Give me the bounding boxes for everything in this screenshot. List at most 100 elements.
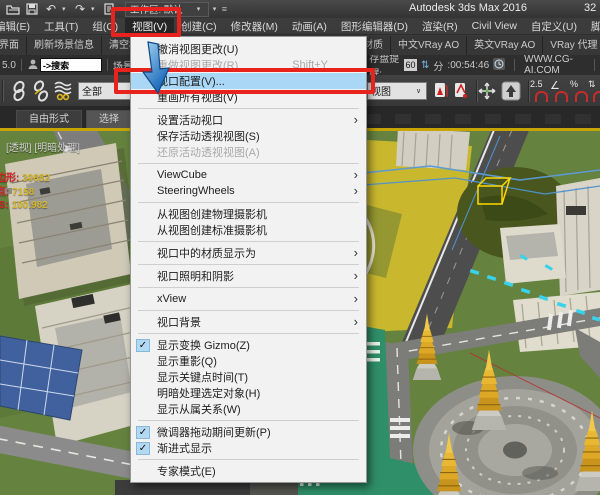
project-folder-icon[interactable] bbox=[101, 2, 117, 16]
view-menu-item-26[interactable]: 显示关键点时间(T) bbox=[131, 369, 366, 385]
menubar-item-6[interactable]: 修改器(M) bbox=[224, 18, 285, 34]
open-file-icon[interactable] bbox=[5, 2, 21, 16]
view-menu-item-14[interactable]: 从视图创建标准摄影机 bbox=[131, 222, 366, 238]
redo-icon[interactable]: ↷ bbox=[72, 2, 88, 16]
workspace-selector[interactable]: 工作区: 默认 ▾ bbox=[125, 1, 209, 17]
align-icon[interactable] bbox=[450, 79, 472, 103]
viewport-label[interactable]: [透视] [明暗处理] bbox=[6, 139, 80, 154]
view-menu-item-3[interactable]: 视口配置(V)... bbox=[114, 68, 375, 94]
undo-dropdown-icon[interactable]: ▾ bbox=[62, 5, 69, 13]
view-menu-item-30[interactable]: ✓ 微调器拖动期间更新(P) bbox=[131, 424, 366, 440]
menu-separator bbox=[138, 264, 359, 265]
toolbar2-button-r4[interactable]: VRay 代理 bbox=[543, 36, 600, 55]
check-spacer bbox=[136, 316, 150, 329]
view-menu-item-6[interactable]: 设置活动视口 › bbox=[131, 112, 366, 128]
spinner-snap-toggle-icon[interactable]: ⇅ bbox=[587, 79, 600, 103]
snap-25-label: 2.5 bbox=[530, 78, 543, 89]
menubar-item-5[interactable]: 创建(C) bbox=[174, 18, 224, 34]
menubar-item-7[interactable]: 动画(A) bbox=[285, 18, 334, 34]
ribbon-tab-2[interactable]: 选择 bbox=[86, 110, 132, 128]
search-input[interactable] bbox=[39, 58, 102, 72]
view-menu-item-4[interactable]: 重画所有视图(V) bbox=[131, 89, 366, 105]
autosave-time: :00:54:46 bbox=[447, 59, 490, 71]
view-menu-item-8[interactable]: 还原活动透视视图(A) bbox=[131, 144, 366, 160]
menu-item-label: 重做视图更改(R) bbox=[157, 60, 239, 72]
menu-item-label: 显示变换 Gizmo(Z) bbox=[157, 340, 250, 352]
menubar-item-8[interactable]: 图形编辑器(D) bbox=[334, 18, 415, 34]
viewport-stat-line: 多边形: 30682 bbox=[0, 173, 50, 184]
view-menu-item-16[interactable]: 视口中的材质显示为 › bbox=[131, 245, 366, 261]
menubar-item-11[interactable]: 自定义(U) bbox=[524, 18, 584, 34]
toolbar-options-icon[interactable]: ▾ bbox=[213, 5, 220, 13]
submenu-arrow-icon: › bbox=[353, 112, 358, 127]
check-icon: ✓ bbox=[136, 338, 150, 352]
check-icon: ✓ bbox=[136, 441, 150, 455]
view-menu-item-13[interactable]: 从视图创建物理摄影机 bbox=[131, 206, 366, 222]
use-pivot-center-icon[interactable] bbox=[500, 79, 522, 103]
check-spacer bbox=[136, 59, 150, 72]
menubar-item-4[interactable]: 视图(V) bbox=[125, 18, 175, 34]
mirror-icon[interactable] bbox=[430, 79, 452, 103]
view-menu-item-25[interactable]: 显示重影(Q) bbox=[131, 353, 366, 369]
spinner-icon[interactable]: ⇅ bbox=[421, 60, 429, 71]
viewport-stat-line: FPS: 100.982 bbox=[0, 200, 48, 211]
percent-snap-toggle-icon[interactable]: % bbox=[569, 79, 589, 103]
view-menu-item-18[interactable]: 视口照明和阴影 › bbox=[131, 268, 366, 284]
coordinate-system-dropdown[interactable]: 视图 ∨ bbox=[367, 81, 427, 100]
autosave-minutes-input[interactable]: 60 bbox=[404, 59, 418, 71]
selection-filter-value: 全部 bbox=[82, 87, 102, 98]
ribbon-tab-1[interactable]: 自由形式 bbox=[16, 110, 82, 128]
check-spacer bbox=[136, 114, 150, 127]
view-menu-item-1[interactable]: 撤消视图更改(U) bbox=[131, 41, 366, 57]
toolbar2-button-r2[interactable]: 中文VRay AO bbox=[391, 36, 468, 55]
check-spacer bbox=[136, 130, 150, 143]
viewport-view-label[interactable]: [透视] bbox=[6, 143, 32, 154]
check-spacer bbox=[136, 247, 150, 260]
menu-item-label: 视口照明和阴影 bbox=[157, 271, 234, 283]
view-menu-item-7[interactable]: 保存活动透视视图(S) bbox=[131, 128, 366, 144]
view-menu-item-28[interactable]: 显示从属关系(W) bbox=[131, 401, 366, 417]
unlink-selection-icon[interactable] bbox=[30, 79, 52, 103]
view-menu-item-11[interactable]: SteeringWheels › bbox=[131, 183, 366, 199]
view-menu-item-10[interactable]: ViewCube › bbox=[131, 167, 366, 183]
menu-item-label: 从视图创建物理摄影机 bbox=[157, 209, 267, 221]
check-spacer bbox=[136, 387, 150, 400]
menu-item-label: 设置活动视口 bbox=[157, 115, 223, 127]
view-menu-dropdown: 撤消视图更改(U) 重做视图更改(R) Shift+Y 视口配置(V)... 重画所有视… bbox=[114, 36, 375, 483]
select-and-move-icon[interactable] bbox=[476, 79, 498, 103]
menu-item-label: 专家模式(E) bbox=[157, 466, 216, 478]
viewport-stat-line: 顶点: 7158 bbox=[0, 186, 35, 198]
snap-spinner-label: ⇅ bbox=[588, 78, 596, 89]
view-menu-item-33[interactable]: 专家模式(E) bbox=[131, 463, 366, 479]
overflow-menu-icon[interactable]: ≡ bbox=[222, 4, 227, 14]
toolbar2-right: 所有材质中文VRay AO英文VRay AOVRay 代理重命名随机 bbox=[336, 36, 600, 55]
menu-item-label: 视口配置(V)... bbox=[157, 76, 225, 88]
view-menu-item-20[interactable]: xView › bbox=[131, 291, 366, 307]
check-spacer bbox=[136, 270, 150, 283]
menu-item-label: 重画所有视图(V) bbox=[157, 92, 238, 104]
menubar-item-2[interactable]: 工具(T) bbox=[37, 18, 85, 34]
view-menu-item-24[interactable]: ✓ 显示变换 Gizmo(Z) bbox=[131, 337, 366, 353]
menubar-item-3[interactable]: 组(G) bbox=[85, 18, 125, 34]
bind-to-space-warp-icon[interactable] bbox=[52, 79, 74, 103]
toolbar2-button-l2[interactable]: 刷新场景信息 bbox=[27, 36, 102, 55]
view-menu-item-2[interactable]: 重做视图更改(R) Shift+Y bbox=[131, 57, 366, 73]
toolbar2-button-r3[interactable]: 英文VRay AO bbox=[467, 36, 544, 55]
menubar-item-1[interactable]: 编辑(E) bbox=[0, 18, 37, 34]
menu-separator bbox=[138, 287, 359, 288]
redo-dropdown-icon[interactable]: ▾ bbox=[91, 5, 98, 13]
view-menu-item-31[interactable]: ✓ 渐进式显示 bbox=[131, 440, 366, 456]
viewport-shading-label[interactable]: [明暗处理] bbox=[34, 143, 80, 154]
save-icon[interactable] bbox=[24, 2, 40, 16]
select-and-link-icon[interactable] bbox=[8, 79, 30, 103]
angle-snap-toggle-icon[interactable]: ∠ bbox=[549, 79, 569, 103]
undo-icon[interactable]: ↶ bbox=[43, 2, 59, 16]
check-icon: ✓ bbox=[136, 425, 150, 439]
view-menu-item-22[interactable]: 视口背景 › bbox=[131, 314, 366, 330]
menubar-item-9[interactable]: 渲染(R) bbox=[415, 18, 465, 34]
view-menu-item-27[interactable]: 明暗处理选定对象(H) bbox=[131, 385, 366, 401]
snap-toggle-2.5d-icon[interactable]: 2.5 bbox=[529, 79, 549, 103]
menubar-item-12[interactable]: 脚本(S) bbox=[584, 18, 600, 34]
menubar-item-10[interactable]: Civil View bbox=[465, 18, 524, 34]
toolbar2-button-l1[interactable]: 界面 bbox=[0, 36, 27, 55]
